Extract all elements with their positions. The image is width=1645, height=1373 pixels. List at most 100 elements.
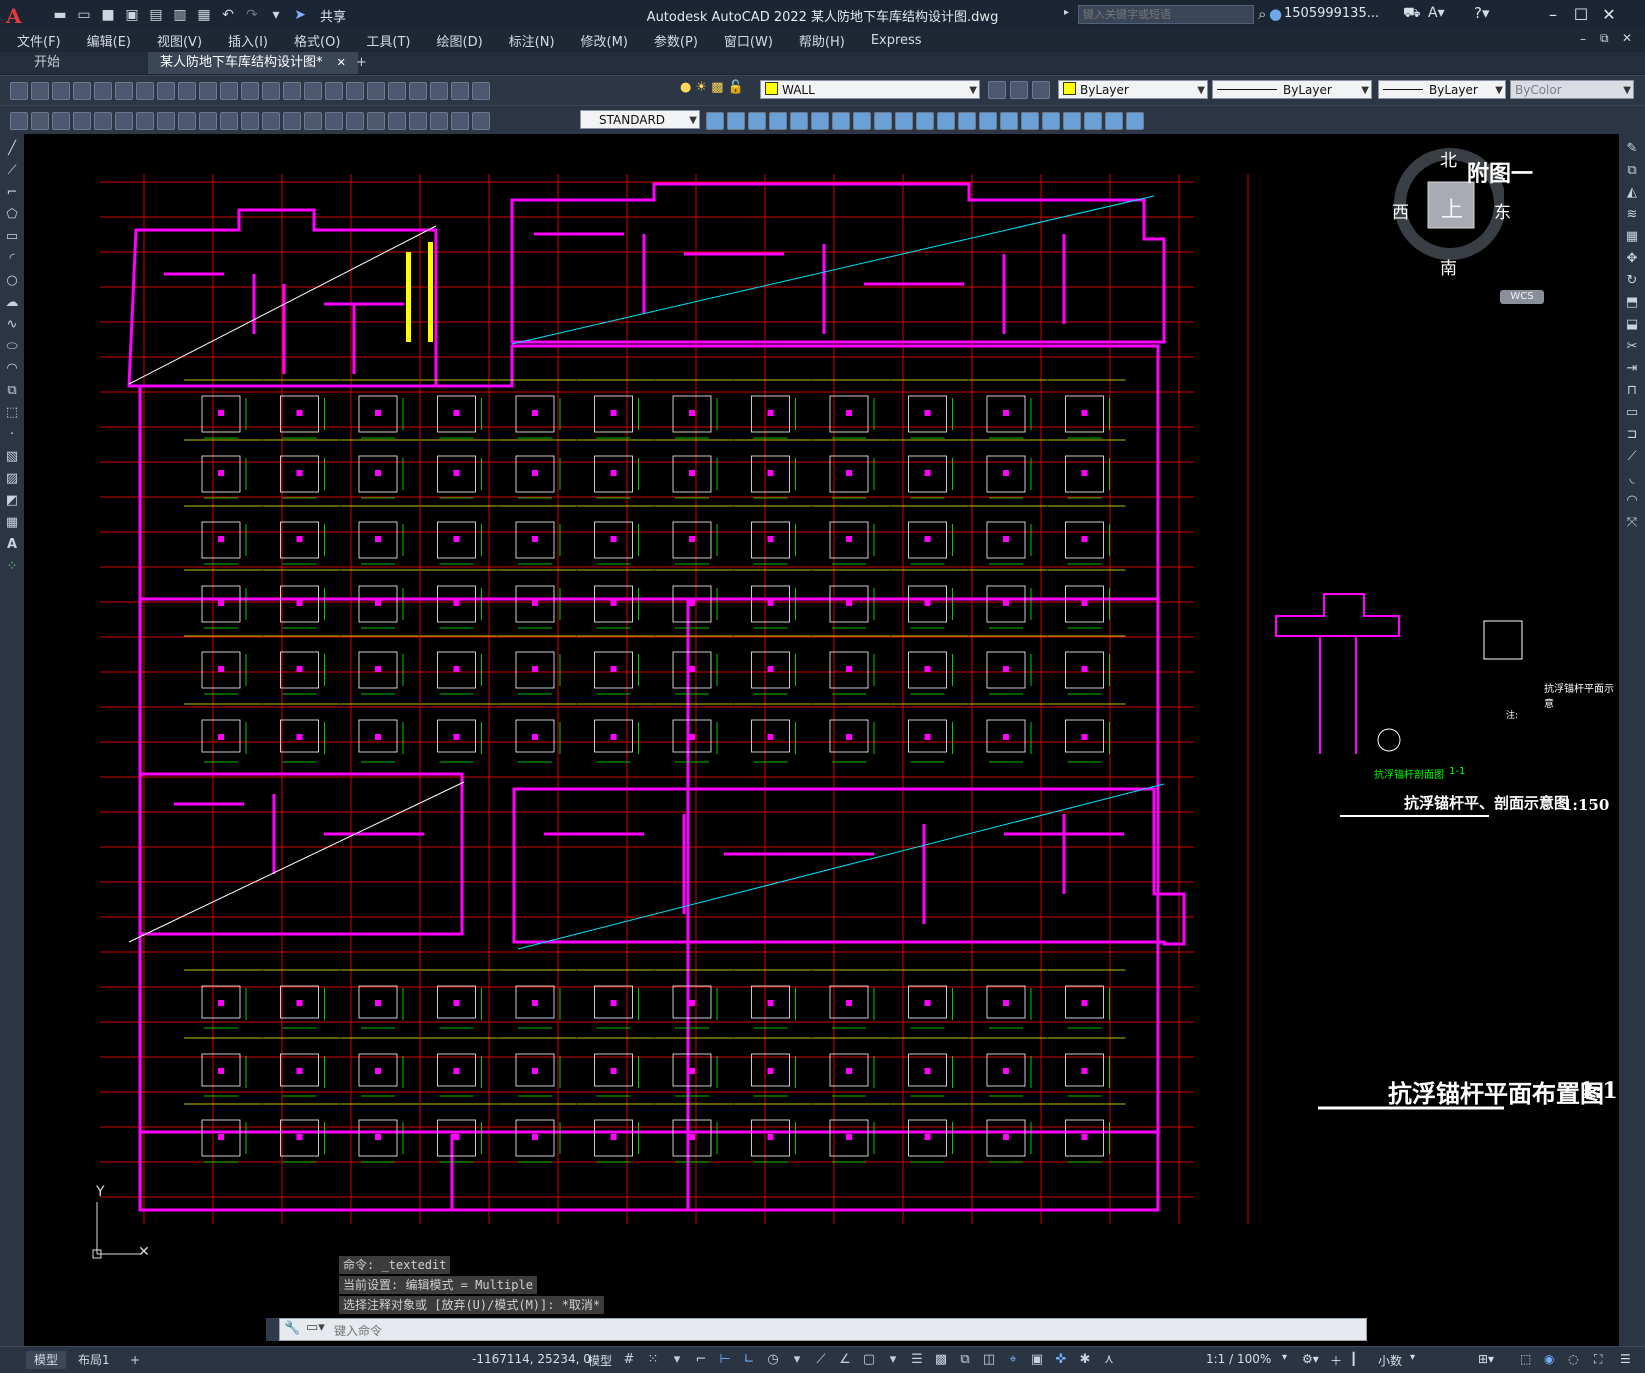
rotate-icon[interactable] <box>832 112 850 130</box>
wrench-icon[interactable]: 🔧 <box>284 1321 300 1336</box>
plotstyle-dropdown[interactable]: ByColor ▼ <box>1510 80 1634 99</box>
print-icon[interactable] <box>73 82 91 100</box>
dim-break-icon[interactable] <box>325 112 343 130</box>
hatch-icon[interactable] <box>1105 112 1123 130</box>
dim-text-edit-icon[interactable] <box>451 112 469 130</box>
redo-icon[interactable]: ↷ <box>242 5 262 25</box>
break-at-v-icon[interactable]: ▭ <box>1623 404 1641 422</box>
text-style-dropdown[interactable]: STANDARD ▼ <box>580 110 700 129</box>
erase-v-icon[interactable]: ✎ <box>1623 140 1641 158</box>
make-block-icon[interactable] <box>1063 112 1081 130</box>
calculator-icon[interactable] <box>451 82 469 100</box>
table-icon[interactable]: ▦ <box>3 514 21 532</box>
menu-help[interactable]: 帮助(H) <box>786 31 858 50</box>
array-icon[interactable] <box>790 112 808 130</box>
publish-icon[interactable] <box>115 82 133 100</box>
join-v-icon[interactable]: ⊐ <box>1623 426 1641 444</box>
save-as-icon[interactable]: ▣ <box>122 5 142 25</box>
customize-qa-icon[interactable]: ▾ <box>266 5 286 25</box>
tb2-icon-1[interactable] <box>10 112 28 130</box>
osnap-menu-icon[interactable]: ▾ <box>884 1351 902 1369</box>
ortho-icon[interactable]: ∟ <box>740 1351 758 1369</box>
cursor-coordinates[interactable]: -1167114, 25234, 0 <box>472 1352 591 1366</box>
dim-update-icon[interactable] <box>472 112 490 130</box>
zoom-realtime-icon[interactable] <box>283 82 301 100</box>
polyline-icon[interactable]: ⌐ <box>3 184 21 202</box>
cut-icon[interactable] <box>136 82 154 100</box>
model-space-toggle[interactable]: 模型 <box>588 1352 612 1369</box>
annotation-scale[interactable]: 1:1 / 100% <box>1206 1352 1271 1366</box>
menu-edit[interactable]: 编辑(E) <box>74 31 144 50</box>
menu-window[interactable]: 窗口(W) <box>711 31 786 50</box>
zoom-previous-icon[interactable] <box>325 82 343 100</box>
share-button[interactable]: 共享 <box>320 6 346 25</box>
blend-v-icon[interactable]: ◠ <box>1623 492 1641 510</box>
properties-icon[interactable] <box>346 82 364 100</box>
sheet-set-icon[interactable] <box>409 82 427 100</box>
dim-radius-icon[interactable] <box>157 112 175 130</box>
qdim-icon[interactable] <box>241 112 259 130</box>
trim-v-icon[interactable]: ✂ <box>1623 338 1641 356</box>
arc-icon[interactable]: ◜ <box>3 250 21 268</box>
move-icon[interactable] <box>811 112 829 130</box>
cart-icon[interactable]: ⛟ <box>1403 5 1421 23</box>
fillet-v-icon[interactable]: ◟ <box>1623 470 1641 488</box>
isolate-objects-icon[interactable]: ◉ <box>1544 1352 1554 1366</box>
lineweight-icon[interactable]: ☰ <box>908 1351 926 1369</box>
tb2-icon-3[interactable] <box>52 112 70 130</box>
tab-layout1[interactable]: 布局1 <box>70 1351 118 1369</box>
ellipse-icon[interactable]: ⬭ <box>3 338 21 356</box>
offset-v-icon[interactable]: ≋ <box>1623 206 1641 224</box>
add-layout-button[interactable]: + <box>122 1351 148 1369</box>
dim-jogged-icon[interactable] <box>178 112 196 130</box>
point-icon[interactable] <box>1084 112 1102 130</box>
dim-continue-icon[interactable] <box>283 112 301 130</box>
units-menu-icon[interactable]: ▾ <box>1410 1352 1415 1363</box>
help-tb-icon[interactable] <box>472 82 490 100</box>
tb2-icon-2[interactable] <box>31 112 49 130</box>
polar-icon[interactable]: ◷ <box>764 1351 782 1369</box>
array-v-icon[interactable]: ▦ <box>1623 228 1641 246</box>
menu-express[interactable]: Express <box>858 33 935 48</box>
dim-space-icon[interactable] <box>304 112 322 130</box>
gizmo-icon[interactable]: ✜ <box>1052 1351 1070 1369</box>
gradient-icon[interactable] <box>1126 112 1144 130</box>
dim-linear-icon[interactable] <box>73 112 91 130</box>
dim-angular-icon[interactable] <box>220 112 238 130</box>
doc-restore-icon[interactable]: ⧉ <box>1600 31 1609 46</box>
hatch-draw-icon[interactable]: ▧ <box>3 448 21 466</box>
circle-icon[interactable]: ○ <box>3 272 21 290</box>
transparency-icon[interactable]: ▩ <box>932 1351 950 1369</box>
copy-v-icon[interactable]: ⧉ <box>1623 162 1641 180</box>
dim-aligned-icon[interactable] <box>94 112 112 130</box>
polygon-icon[interactable]: ⬠ <box>3 206 21 224</box>
search-icon[interactable]: ⌕ <box>1258 5 1266 23</box>
auto-scale-icon[interactable]: ⋏ <box>1100 1351 1118 1369</box>
block-icon[interactable]: ⬚ <box>3 404 21 422</box>
chamfer-v-icon[interactable]: ⟋ <box>1623 448 1641 466</box>
viewcube-east[interactable]: 东 <box>1494 198 1511 223</box>
scale-v-icon[interactable]: ⬒ <box>1623 294 1641 312</box>
annotation-monitor-icon[interactable]: ＋ <box>1330 1352 1342 1369</box>
join-icon[interactable] <box>958 112 976 130</box>
tolerance-icon[interactable] <box>346 112 364 130</box>
trim-icon[interactable] <box>895 112 913 130</box>
extend-icon[interactable] <box>916 112 934 130</box>
layer-make-current-icon[interactable] <box>1010 81 1029 99</box>
menu-file[interactable]: 文件(F) <box>4 31 74 50</box>
mirror-icon[interactable] <box>748 112 766 130</box>
selection-cycling-icon[interactable]: ⧉ <box>956 1351 974 1369</box>
rotate-v-icon[interactable]: ↻ <box>1623 272 1641 290</box>
snap-menu-icon[interactable]: ▾ <box>668 1351 686 1369</box>
zoom-window-icon[interactable] <box>304 82 322 100</box>
undo-icon[interactable]: ↶ <box>218 5 238 25</box>
connect-icon[interactable]: A▾ <box>1428 5 1445 21</box>
open-web-icon[interactable]: ▤ <box>146 5 166 25</box>
help-icon[interactable]: ?▾ <box>1474 4 1490 22</box>
3d-osnap-icon[interactable]: ◫ <box>980 1351 998 1369</box>
close-button[interactable]: ✕ <box>1596 3 1622 27</box>
command-input[interactable] <box>332 1321 1356 1340</box>
menu-insert[interactable]: 插入(I) <box>215 31 281 50</box>
design-center-icon[interactable] <box>367 82 385 100</box>
extend-v-icon[interactable]: ⇥ <box>1623 360 1641 378</box>
